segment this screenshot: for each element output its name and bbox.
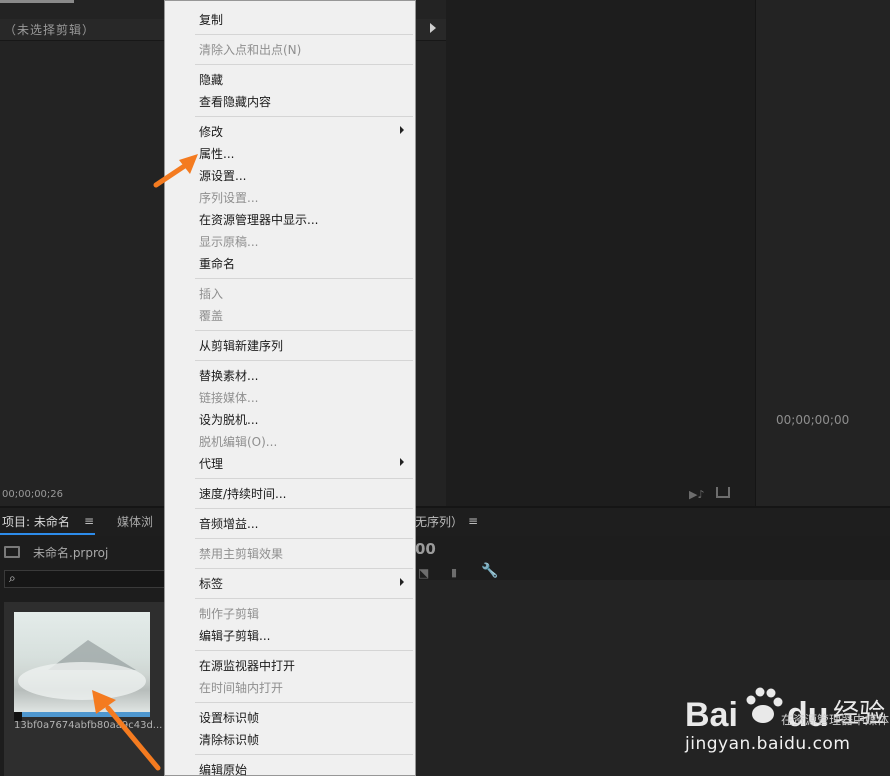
menu-item-reveal-in-explorer[interactable]: 在资源管理器中显示... — [199, 211, 318, 228]
menu-item-edit-offline[interactable]: 脱机编辑(O)... — [199, 433, 277, 450]
search-icon: ⌕ — [9, 571, 16, 585]
menu-item-clear-poster-frame[interactable]: 清除标识帧 — [199, 731, 259, 748]
menu-item-disable-master-clip-effects[interactable]: 禁用主剪辑效果 — [199, 545, 283, 562]
menu-item-speed-duration[interactable]: 速度/持续时间... — [199, 485, 287, 502]
folder-icon — [4, 546, 20, 558]
menu-separator — [195, 64, 413, 65]
wrench-icon[interactable]: 🔧 — [481, 563, 498, 579]
menu-item-copy[interactable]: 复制 — [199, 11, 223, 28]
menu-item-edit-original[interactable]: 编辑原始 — [199, 761, 247, 776]
menu-item-proxy[interactable]: 代理 — [199, 455, 223, 472]
menu-item-set-poster-frame[interactable]: 设置标识帧 — [199, 709, 259, 726]
menu-separator — [195, 478, 413, 479]
menu-item-insert[interactable]: 插入 — [199, 285, 223, 302]
watermark-overlay-text: 在资源管理器中媒体以创 — [781, 713, 890, 727]
panel-menu-icon[interactable]: ≡ — [84, 514, 94, 528]
menu-item-properties[interactable]: 属性... — [199, 145, 234, 162]
menu-separator — [195, 360, 413, 361]
menu-separator — [195, 650, 413, 651]
marker-icon[interactable]: ▮ — [451, 566, 457, 579]
program-monitor-panel — [755, 0, 890, 506]
menu-item-open-in-timeline[interactable]: 在时间轴内打开 — [199, 679, 283, 696]
menu-separator — [195, 34, 413, 35]
submenu-arrow-icon — [400, 126, 404, 134]
insert-icon[interactable] — [716, 487, 730, 498]
annotation-arrow-properties — [153, 154, 198, 188]
export-frame-icon[interactable]: ▶♪ — [689, 488, 704, 501]
search-input[interactable] — [4, 570, 166, 588]
menu-item-replace-footage[interactable]: 替换素材... — [199, 367, 258, 384]
watermark-url: jingyan.baidu.com — [685, 734, 851, 754]
menu-separator — [195, 508, 413, 509]
menu-separator — [195, 330, 413, 331]
menu-item-audio-gain[interactable]: 音频增益... — [199, 515, 258, 532]
tab-sequence[interactable]: 无序列） — [415, 513, 463, 530]
source-monitor-title: （未选择剪辑） — [4, 23, 96, 37]
program-timecode[interactable]: 00;00;00;00 — [776, 413, 849, 427]
annotation-arrow-clip — [92, 690, 161, 771]
menu-item-modify[interactable]: 修改 — [199, 123, 223, 140]
menu-item-hide[interactable]: 隐藏 — [199, 71, 223, 88]
submenu-arrow-icon — [400, 458, 404, 466]
active-tab-underline — [0, 533, 95, 535]
menu-separator — [195, 278, 413, 279]
menu-item-open-in-source-monitor[interactable]: 在源监视器中打开 — [199, 657, 295, 674]
source-timecode[interactable]: 00;00;00;26 — [2, 489, 63, 500]
sequence-timecode[interactable]: 00 — [415, 540, 436, 558]
menu-separator — [195, 568, 413, 569]
menu-item-make-offline[interactable]: 设为脱机... — [199, 411, 258, 428]
panel-expand-icon[interactable] — [430, 23, 436, 33]
context-menu: 复制 清除入点和出点(N) 隐藏 查看隐藏内容 修改 属性... 源设置... … — [164, 0, 416, 776]
source-tab-indicator — [0, 0, 74, 3]
menu-separator — [195, 598, 413, 599]
menu-item-overwrite[interactable]: 覆盖 — [199, 307, 223, 324]
snap-icon[interactable]: ⬔ — [418, 566, 429, 580]
svg-text:Bai: Bai — [685, 696, 738, 734]
menu-item-view-hidden[interactable]: 查看隐藏内容 — [199, 93, 271, 110]
menu-separator — [195, 702, 413, 703]
tab-project[interactable]: 项目: 未命名 — [2, 513, 70, 530]
menu-item-make-subclip[interactable]: 制作子剪辑 — [199, 605, 259, 622]
menu-item-reveal-original[interactable]: 显示原稿... — [199, 233, 258, 250]
menu-item-sequence-settings[interactable]: 序列设置... — [199, 189, 258, 206]
sequence-menu-icon[interactable]: ≡ — [468, 514, 478, 528]
menu-item-rename[interactable]: 重命名 — [199, 255, 235, 272]
menu-item-link-media[interactable]: 链接媒体... — [199, 389, 258, 406]
tab-media-browser[interactable]: 媒体浏 — [117, 513, 153, 530]
menu-item-edit-subclip[interactable]: 编辑子剪辑... — [199, 627, 270, 644]
menu-item-new-sequence-from-clip[interactable]: 从剪辑新建序列 — [199, 337, 283, 354]
menu-item-label[interactable]: 标签 — [199, 575, 223, 592]
menu-separator — [195, 754, 413, 755]
submenu-arrow-icon — [400, 578, 404, 586]
project-file-name: 未命名.prproj — [33, 546, 109, 560]
menu-separator — [195, 116, 413, 117]
menu-separator — [195, 538, 413, 539]
menu-item-clear-in-out[interactable]: 清除入点和出点(N) — [199, 41, 301, 58]
menu-item-source-settings[interactable]: 源设置... — [199, 167, 246, 184]
